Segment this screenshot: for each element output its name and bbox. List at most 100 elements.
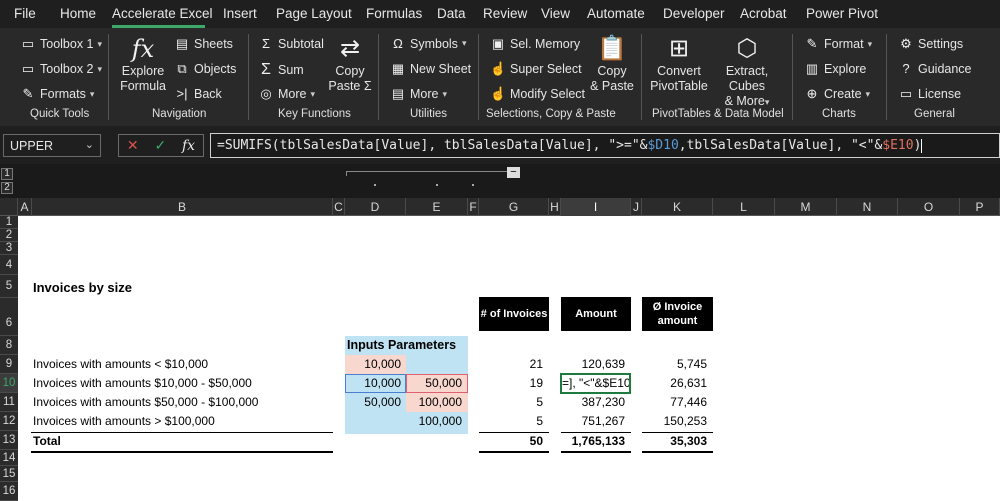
symbols-label: Symbols xyxy=(410,36,458,51)
toolbox1-button[interactable]: ▭ Toolbox 1 ▾ xyxy=(20,36,102,52)
col-header-a[interactable]: A xyxy=(18,198,32,216)
symbols-button[interactable]: Ω Symbols ▾ xyxy=(390,36,466,51)
subtotal-button[interactable]: Σ Subtotal xyxy=(258,36,324,51)
menu-file[interactable]: File xyxy=(14,6,36,21)
col-header-c[interactable]: C xyxy=(333,198,345,216)
row-header-12[interactable]: 12 xyxy=(0,412,18,431)
row-header-4[interactable]: 4 xyxy=(0,255,18,275)
formats-button[interactable]: ✎ Formats ▾ xyxy=(20,86,95,102)
menu-review[interactable]: Review xyxy=(483,6,527,21)
sel-memory-button[interactable]: ▣ Sel. Memory xyxy=(490,36,580,52)
row-header-15[interactable]: 15 xyxy=(0,466,18,482)
extract-cubes-button[interactable]: ⬡ Extract, Cubes & More▾ xyxy=(710,34,784,110)
name-box[interactable]: UPPER ⌄ xyxy=(3,134,101,157)
col-header-g[interactable]: G xyxy=(479,198,549,216)
row-header-5[interactable]: 5 xyxy=(0,275,18,298)
row-header-8[interactable]: 8 xyxy=(0,336,18,355)
row-header-9[interactable]: 9 xyxy=(0,355,18,374)
row-header-6[interactable]: 6 xyxy=(0,298,18,336)
menu-page-layout[interactable]: Page Layout xyxy=(276,6,352,21)
back-label: Back xyxy=(194,86,222,101)
new-sheet-button[interactable]: ▦ New Sheet xyxy=(390,61,471,77)
menu-formulas[interactable]: Formulas xyxy=(366,6,422,21)
col-header-l[interactable]: L xyxy=(713,198,775,216)
total-count: 50 xyxy=(529,434,543,448)
sheets-button[interactable]: ▤ Sheets xyxy=(174,36,233,52)
row-header-11[interactable]: 11 xyxy=(0,393,18,412)
more-utilities-button[interactable]: ▤ More ▾ xyxy=(390,86,447,102)
col-header-b[interactable]: B xyxy=(32,198,333,216)
col-header-h[interactable]: H xyxy=(549,198,561,216)
menu-acrobat[interactable]: Acrobat xyxy=(740,6,787,21)
menu-home[interactable]: Home xyxy=(60,6,96,21)
back-button[interactable]: >| Back xyxy=(174,86,222,101)
guidance-button[interactable]: ? Guidance xyxy=(898,61,971,76)
row-header-10[interactable]: 10 xyxy=(0,374,18,393)
select-all-corner[interactable] xyxy=(0,198,18,216)
col-header-f[interactable]: F xyxy=(468,198,479,216)
insert-function-icon[interactable]: fx xyxy=(182,138,195,154)
col-header-o[interactable]: O xyxy=(898,198,960,216)
explore-formula-button[interactable]: fx Explore Formula xyxy=(116,34,170,94)
super-select-label: Super Select xyxy=(510,62,582,76)
col-header-j[interactable]: J xyxy=(631,198,642,216)
license-button[interactable]: ▭ License xyxy=(898,86,961,102)
outline-level-1-button[interactable]: 1 xyxy=(1,168,13,180)
group-separator xyxy=(792,34,793,120)
row-header-3[interactable]: 3 xyxy=(0,242,18,255)
more-functions-button[interactable]: ◎ More ▾ xyxy=(258,86,315,102)
confirm-icon[interactable]: ✓ xyxy=(154,137,166,154)
formula-part: ) xyxy=(913,138,922,153)
collapse-group-button[interactable]: − xyxy=(507,167,520,178)
chart-format-icon: ✎ xyxy=(806,36,818,51)
menu-view[interactable]: View xyxy=(541,6,570,21)
copy-paste-sigma-button[interactable]: ⇄ Copy Paste Σ xyxy=(328,34,372,94)
col-header-e[interactable]: E xyxy=(406,198,468,216)
row-header-16[interactable]: 16 xyxy=(0,482,18,501)
objects-button[interactable]: ⧉ Objects xyxy=(174,61,236,77)
fx-icon: fx xyxy=(131,35,155,63)
chart-explore-button[interactable]: ▥ Explore xyxy=(804,61,867,77)
col-header-n[interactable]: N xyxy=(837,198,898,216)
row-header-13[interactable]: 13 xyxy=(0,431,18,450)
total-amount: 1,765,133 xyxy=(571,434,625,448)
sheets-label: Sheets xyxy=(194,37,233,51)
chart-format-button[interactable]: ✎ Format ▾ xyxy=(804,36,873,52)
col-header-k[interactable]: K xyxy=(642,198,713,216)
chevron-down-icon[interactable]: ⌄ xyxy=(85,138,94,151)
active-edit-cell-i10[interactable]: =], "<"&$E10) xyxy=(560,373,631,394)
menu-automate[interactable]: Automate xyxy=(587,6,645,21)
row-header-14[interactable]: 14 xyxy=(0,450,18,466)
chart-create-label: Create xyxy=(824,87,862,101)
row-header-1[interactable]: 1 xyxy=(0,216,18,229)
inputs-header: Inputs Parameters xyxy=(347,338,457,352)
chart-create-button[interactable]: ⊕ Create ▾ xyxy=(804,86,871,102)
super-select-button[interactable]: ☝ Super Select xyxy=(490,61,582,77)
toolbox2-button[interactable]: ▭ Toolbox 2 ▾ xyxy=(20,61,102,77)
menu-accelerate-excel[interactable]: Accelerate Excel xyxy=(112,6,213,21)
col-header-p[interactable]: P xyxy=(960,198,1000,216)
settings-button[interactable]: ⚙ Settings xyxy=(898,36,963,52)
amount-value: 751,267 xyxy=(581,414,625,428)
menu-data[interactable]: Data xyxy=(437,6,466,21)
copy-and-paste-button[interactable]: 📋 Copy & Paste xyxy=(588,34,636,94)
cancel-icon[interactable]: ✕ xyxy=(127,137,139,154)
col-header-m[interactable]: M xyxy=(775,198,837,216)
col-header-d[interactable]: D xyxy=(345,198,406,216)
worksheet-grid[interactable]: Invoices by size Inputs Parameters # of … xyxy=(18,216,1000,501)
modify-select-button[interactable]: ☝ Modify Select xyxy=(490,86,585,102)
outline-level-2-button[interactable]: 2 xyxy=(1,182,13,194)
group-label-navigation: Navigation xyxy=(152,108,207,120)
menu-bar: File Home Accelerate Excel Insert Page L… xyxy=(0,0,1000,28)
menu-power-pivot[interactable]: Power Pivot xyxy=(806,6,878,21)
sum-button[interactable]: Σ Sum xyxy=(258,61,304,79)
row-header-2[interactable]: 2 xyxy=(0,229,18,242)
bar-chart-icon: ▥ xyxy=(805,61,819,76)
more-circle-icon: ◎ xyxy=(260,86,272,101)
formula-input[interactable]: =SUMIFS(tblSalesData[Value], tblSalesDat… xyxy=(210,133,1000,158)
menu-insert[interactable]: Insert xyxy=(223,6,257,21)
menu-developer[interactable]: Developer xyxy=(663,6,725,21)
convert-pivottable-button[interactable]: ⊞ Convert PivotTable xyxy=(648,34,710,94)
total-label: Total xyxy=(33,434,61,448)
col-header-i[interactable]: I xyxy=(561,198,631,216)
